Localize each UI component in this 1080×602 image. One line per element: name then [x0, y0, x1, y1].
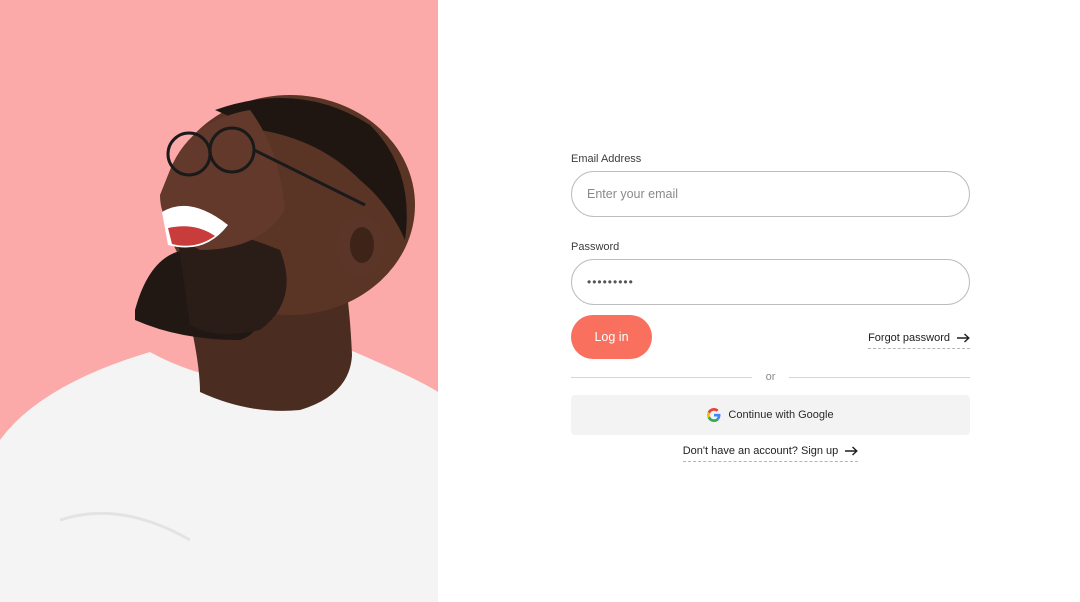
arrow-right-icon [957, 332, 970, 343]
or-divider: or [571, 369, 970, 385]
email-input[interactable]: Enter your email [571, 171, 970, 217]
divider-line-left [571, 376, 752, 378]
google-signin-button[interactable]: Continue with Google [571, 395, 970, 435]
arrow-right-icon [845, 446, 859, 456]
password-label: Password [571, 241, 620, 253]
signup-label: Don't have an account? Sign up [682, 445, 839, 457]
divider-label: or [765, 371, 776, 383]
forgot-password-link[interactable]: Forgot password [868, 332, 970, 349]
password-input[interactable]: ••••••••• [571, 259, 970, 305]
signup-link[interactable]: Don't have an account? Sign up [682, 445, 859, 462]
password-value: ••••••••• [587, 275, 634, 289]
hero-illustration [0, 0, 438, 602]
hero-image [0, 0, 438, 602]
email-label: Email Address [571, 153, 642, 165]
login-button[interactable]: Log in [571, 315, 652, 359]
divider-line-right [789, 376, 970, 378]
email-placeholder: Enter your email [587, 187, 679, 201]
google-icon [707, 408, 721, 422]
login-button-label: Log in [594, 330, 629, 344]
login-form: Email Address Enter your email Password … [571, 152, 970, 462]
google-button-label: Continue with Google [728, 409, 834, 421]
forgot-password-label: Forgot password [868, 331, 950, 344]
